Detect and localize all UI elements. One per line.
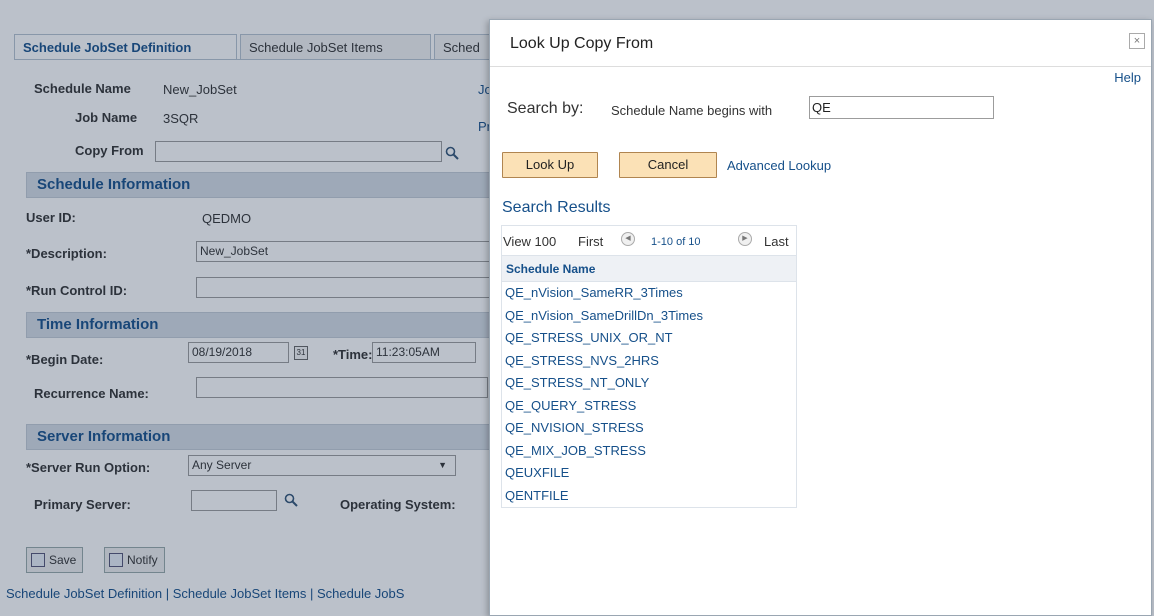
column-header-schedule-name[interactable]: Schedule Name <box>502 256 796 282</box>
lookup-copy-from-dialog: Look Up Copy From × Help Search by: Sche… <box>489 19 1152 616</box>
result-row[interactable]: QE_NVISION_STRESS <box>502 417 796 440</box>
results-list: QE_nVision_SameRR_3Times QE_nVision_Same… <box>502 282 796 507</box>
look-up-button[interactable]: Look Up <box>502 152 598 178</box>
result-row[interactable]: QE_STRESS_NT_ONLY <box>502 372 796 395</box>
result-row[interactable]: QE_nVision_SameDrillDn_3Times <box>502 305 796 327</box>
grid-navigation: View 100 First ◀ 1-10 of 10 ▶ Last <box>502 226 796 256</box>
result-row[interactable]: QE_nVision_SameRR_3Times <box>502 282 796 305</box>
row-range-label: 1-10 of 10 <box>651 236 701 248</box>
search-input[interactable]: QE <box>809 96 994 119</box>
search-by-label: Search by: <box>507 100 584 117</box>
advanced-lookup-link[interactable]: Advanced Lookup <box>727 158 831 173</box>
result-row[interactable]: QE_MIX_JOB_STRESS <box>502 440 796 462</box>
first-link[interactable]: First <box>578 234 603 249</box>
view-100-link[interactable]: View 100 <box>503 234 556 249</box>
next-arrow-icon[interactable]: ▶ <box>738 232 752 246</box>
result-row[interactable]: QE_STRESS_UNIX_OR_NT <box>502 327 796 350</box>
dialog-title: Look Up Copy From <box>510 35 654 52</box>
search-condition-label: Schedule Name begins with <box>611 103 773 118</box>
result-row[interactable]: QE_QUERY_STRESS <box>502 395 796 417</box>
previous-arrow-icon[interactable]: ◀ <box>621 232 635 246</box>
results-grid: View 100 First ◀ 1-10 of 10 ▶ Last Sched… <box>501 225 797 508</box>
help-link[interactable]: Help <box>1114 70 1141 85</box>
cancel-button[interactable]: Cancel <box>619 152 717 178</box>
result-row[interactable]: QE_STRESS_NVS_2HRS <box>502 350 796 372</box>
dialog-title-divider <box>490 66 1151 67</box>
result-row[interactable]: QENTFILE <box>502 485 796 507</box>
close-icon[interactable]: × <box>1129 33 1145 49</box>
result-row[interactable]: QEUXFILE <box>502 462 796 485</box>
search-results-heading: Search Results <box>502 199 611 216</box>
last-link[interactable]: Last <box>764 234 789 249</box>
